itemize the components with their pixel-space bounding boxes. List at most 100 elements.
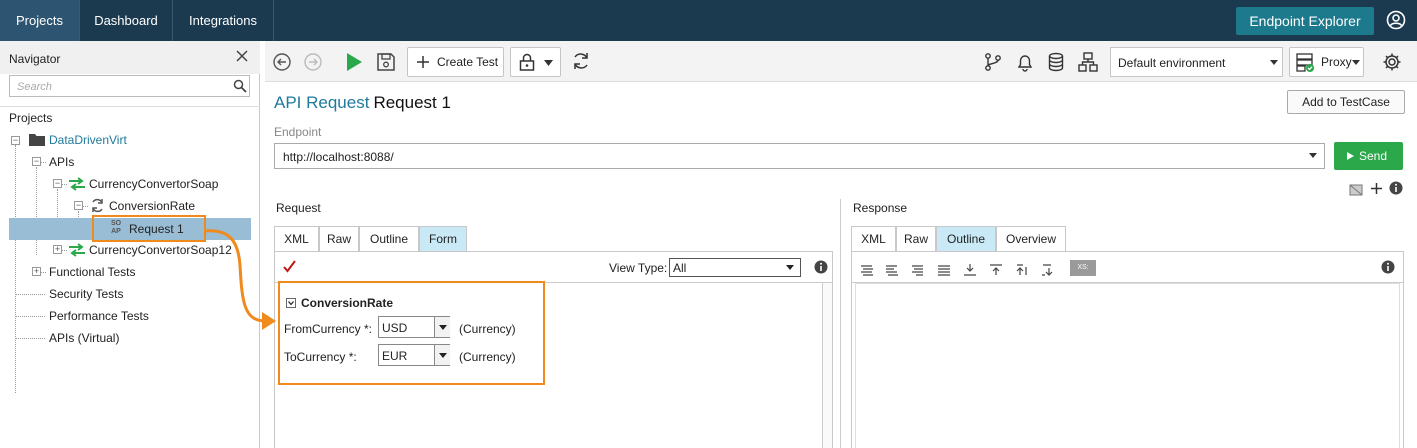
- chevron-down-icon: [786, 265, 794, 270]
- request-tab-form[interactable]: Form: [419, 226, 467, 251]
- info-icon[interactable]: [1381, 260, 1395, 274]
- create-test-label: Create Test: [437, 55, 499, 69]
- collapse-toggle[interactable]: −: [11, 136, 20, 145]
- plus-icon: [417, 56, 429, 68]
- divider: [0, 106, 260, 107]
- collapse-icon[interactable]: [286, 298, 296, 308]
- forward-icon[interactable]: [303, 52, 323, 72]
- tree-item-apis[interactable]: APIs: [49, 152, 74, 172]
- bell-icon[interactable]: [1015, 52, 1035, 72]
- panel-splitter[interactable]: [840, 199, 841, 448]
- endpoint-input[interactable]: http://localhost:8088/: [274, 143, 1325, 169]
- tree-line: [36, 167, 37, 255]
- tree-line: [15, 316, 45, 317]
- to-currency-value: EUR: [382, 349, 408, 363]
- form-title: ConversionRate: [301, 296, 394, 310]
- endpoint-label: Endpoint: [274, 125, 322, 139]
- collapse-toggle[interactable]: −: [32, 157, 41, 166]
- view-type-select[interactable]: All: [669, 258, 801, 277]
- proxy-dropdown-button[interactable]: Proxy: [1289, 47, 1364, 77]
- expand-toggle[interactable]: +: [32, 267, 41, 276]
- xs-badge[interactable]: XS:: [1070, 260, 1096, 276]
- save-icon[interactable]: [376, 52, 396, 72]
- response-tab-raw[interactable]: Raw: [896, 226, 936, 251]
- navigator-title: Navigator: [9, 52, 61, 66]
- response-content: [855, 283, 1400, 448]
- align-left-icon[interactable]: [860, 263, 874, 277]
- endpoint-explorer-button[interactable]: Endpoint Explorer: [1236, 7, 1374, 35]
- search-input[interactable]: [17, 79, 217, 94]
- response-tab-overview[interactable]: Overview: [996, 226, 1066, 251]
- request-highlight-box: [92, 215, 206, 242]
- field-type: (Currency): [459, 350, 516, 364]
- user-account-icon[interactable]: [1386, 10, 1406, 30]
- service-arrows-icon: [69, 243, 85, 257]
- collapse-all-icon[interactable]: [989, 263, 1003, 277]
- align-justify-icon[interactable]: [937, 263, 951, 277]
- plus-icon[interactable]: [1370, 182, 1383, 195]
- tree-item-operation[interactable]: ConversionRate: [109, 196, 195, 216]
- response-tab-outline[interactable]: Outline: [936, 226, 996, 251]
- send-button[interactable]: Send: [1334, 142, 1403, 170]
- tree-item-security-tests[interactable]: Security Tests: [49, 284, 123, 304]
- scrollbar[interactable]: [822, 283, 832, 448]
- chevron-down-icon: [544, 60, 553, 66]
- toolbar: Create Test Default environment Proxy: [265, 41, 1417, 82]
- info-icon[interactable]: [1389, 181, 1403, 195]
- gear-icon[interactable]: [1382, 52, 1402, 72]
- align-center-icon[interactable]: [885, 263, 899, 277]
- field-type: (Currency): [459, 322, 516, 336]
- chevron-down-icon[interactable]: [434, 317, 450, 337]
- move-up-icon[interactable]: [1015, 263, 1029, 277]
- align-right-icon[interactable]: [911, 263, 925, 277]
- run-icon[interactable]: [344, 52, 364, 72]
- to-currency-select[interactable]: EUR: [378, 344, 450, 366]
- tree-line: [15, 145, 16, 393]
- create-test-button[interactable]: Create Test: [407, 47, 504, 77]
- request-tab-raw[interactable]: Raw: [319, 226, 359, 251]
- tab-integrations[interactable]: Integrations: [173, 0, 274, 41]
- add-to-testcase-button[interactable]: Add to TestCase: [1287, 90, 1405, 114]
- view-type-label: View Type:: [609, 261, 668, 275]
- lock-icon: [519, 53, 535, 71]
- tree-item-project[interactable]: DataDrivenVirt: [49, 130, 127, 150]
- tree-item-functional-tests[interactable]: Functional Tests: [49, 262, 136, 282]
- expand-toggle[interactable]: +: [53, 245, 62, 254]
- page-title-name: Request 1: [373, 93, 451, 112]
- navigator-header: Navigator: [0, 41, 260, 74]
- layout-icon[interactable]: [1349, 182, 1363, 196]
- tree-item-performance-tests[interactable]: Performance Tests: [49, 306, 149, 326]
- search-icon[interactable]: [233, 79, 247, 93]
- tab-dashboard[interactable]: Dashboard: [80, 0, 173, 41]
- validate-check-icon[interactable]: [283, 260, 296, 273]
- move-down-icon[interactable]: [1041, 263, 1055, 277]
- main-area: Create Test Default environment Proxy AP…: [265, 41, 1417, 448]
- refresh-icon[interactable]: [571, 51, 591, 71]
- chevron-down-icon[interactable]: [1309, 153, 1317, 158]
- tree-item-service[interactable]: CurrencyConvertorSoap: [89, 174, 218, 194]
- form-highlight-box: ConversionRate FromCurrency *: USD (Curr…: [278, 281, 545, 385]
- tab-projects[interactable]: Projects: [0, 0, 80, 41]
- back-icon[interactable]: [272, 52, 292, 72]
- chevron-down-icon[interactable]: [434, 345, 450, 365]
- environment-select[interactable]: Default environment: [1110, 47, 1283, 77]
- branch-icon[interactable]: [983, 52, 1003, 72]
- proxy-icon: [1296, 53, 1314, 72]
- collapse-toggle[interactable]: −: [74, 201, 83, 210]
- environment-value: Default environment: [1118, 56, 1226, 70]
- database-icon[interactable]: [1046, 52, 1066, 72]
- tree-item-apis-virtual[interactable]: APIs (Virtual): [49, 328, 119, 348]
- expand-all-icon[interactable]: [963, 263, 977, 277]
- close-icon[interactable]: [235, 49, 249, 63]
- request-tab-outline[interactable]: Outline: [359, 226, 419, 251]
- collapse-toggle[interactable]: −: [53, 179, 62, 188]
- response-tab-xml[interactable]: XML: [851, 226, 896, 251]
- network-icon[interactable]: [1078, 52, 1098, 72]
- info-icon[interactable]: [814, 260, 828, 274]
- projects-label: Projects: [9, 111, 53, 125]
- from-currency-select[interactable]: USD: [378, 316, 450, 338]
- chevron-down-icon: [1270, 60, 1278, 65]
- view-type-value: All: [673, 261, 687, 275]
- lock-dropdown-button[interactable]: [510, 47, 561, 77]
- request-tab-xml[interactable]: XML: [274, 226, 319, 251]
